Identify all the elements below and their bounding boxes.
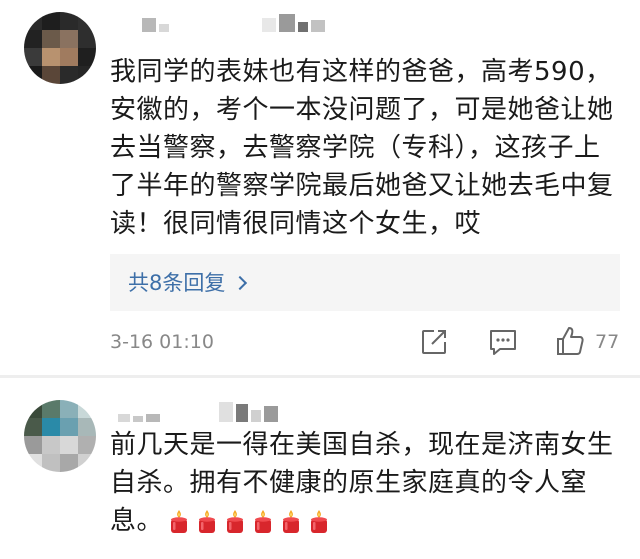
username-mosaic[interactable] [142,14,325,32]
comment-timestamp: 3-16 01:10 [110,331,214,353]
comment-line: 前几天是一得在美国自杀，现在是济南女生 [110,430,614,460]
candle-emoji [227,509,244,533]
comment-text: 前几天是一得在美国自杀，现在是济南女生 自杀。拥有不健康的原生家庭真的令人窒 息… [110,426,620,540]
view-replies-link[interactable]: 共8条回复 [128,267,248,297]
candle-emoji [255,509,272,533]
replies-label: 共8条回复 [128,271,226,295]
candle-emoji [171,509,188,533]
emoji-row [167,509,331,535]
avatar[interactable] [24,400,96,472]
comment-line: 我同学的表妹也有这样的爸爸，高考590， [110,57,612,87]
candle-emoji [283,509,300,533]
candle-emoji [199,509,216,533]
comment-line-last: 息。 [110,502,620,540]
username-mosaic[interactable] [118,402,278,422]
comment-line: 读！很同情很同情这个女生，哎 [110,209,482,239]
comment-text: 我同学的表妹也有这样的爸爸，高考590， 安徽的，考个一本没问题了，可是她爸让她… [110,53,620,243]
comment-item: 我同学的表妹也有这样的爸爸，高考590， 安徽的，考个一本没问题了，可是她爸让她… [0,0,640,375]
avatar[interactable] [24,12,96,84]
chevron-right-icon [233,275,248,290]
comment-line: 去当警察，去警察学院（专科），这孩子上 [110,133,601,163]
like-count: 77 [595,331,620,353]
thumbs-up-icon[interactable] [555,325,585,357]
comment-line: 安徽的，考个一本没问题了，可是她爸让她 [110,95,614,125]
share-icon[interactable] [420,328,448,356]
comment-line: 自杀。拥有不健康的原生家庭真的令人窒 [110,468,588,498]
candle-emoji [311,509,328,533]
comment-line: 了半年的警察学院最后她爸又让她去毛中复 [110,171,614,201]
comment-bubble-icon[interactable] [488,328,518,356]
replies-panel: 共8条回复 [110,254,620,311]
comment-item: 前几天是一得在美国自杀，现在是济南女生 自杀。拥有不健康的原生家庭真的令人窒 息… [0,378,640,559]
comment-line-text: 息。 [110,506,164,536]
